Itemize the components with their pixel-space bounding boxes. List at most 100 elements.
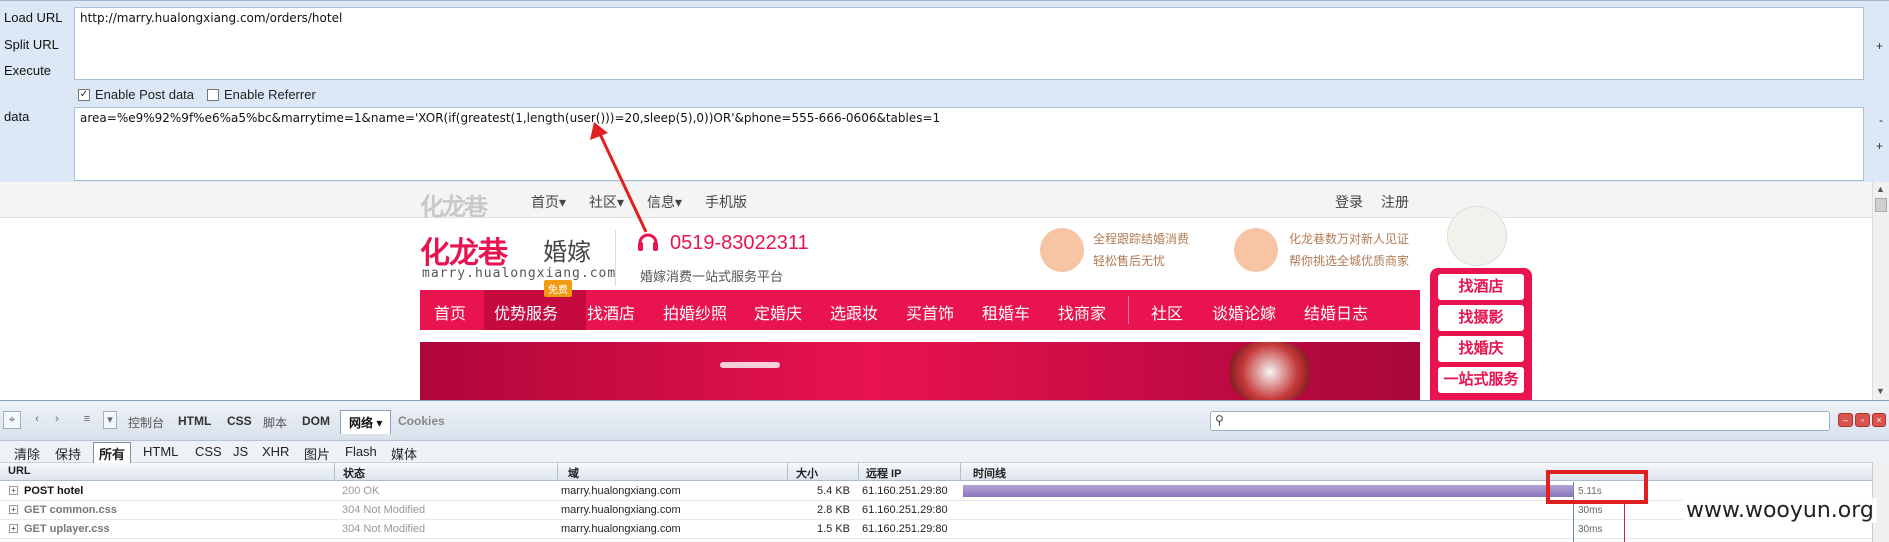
table-row[interactable]: + GET uplayer.css 304 Not Modified marry.hu… <box>0 520 1872 539</box>
col-status[interactable]: 状态 <box>343 465 365 481</box>
col-size[interactable]: 大小 <box>796 465 818 481</box>
detach-icon[interactable]: ▫ <box>1855 413 1870 427</box>
nav-wedding-ceremony[interactable]: 定婚庆 <box>754 300 802 324</box>
tab-cookies[interactable]: Cookies <box>398 414 445 428</box>
scroll-down-icon[interactable]: ▼ <box>1876 386 1885 396</box>
topbar-nav-mobile[interactable]: 手机版 <box>705 192 747 212</box>
timeline-load-marker <box>1624 501 1625 542</box>
filter-css[interactable]: CSS <box>195 444 222 459</box>
request-domain: marry.hualongxiang.com <box>561 523 681 535</box>
nav-wedding-photo[interactable]: 拍婚纱照 <box>663 300 727 324</box>
col-separator[interactable] <box>334 463 335 481</box>
col-timeline[interactable]: 时间线 <box>973 465 1006 481</box>
header-divider <box>615 230 616 286</box>
scroll-thumb[interactable] <box>1875 198 1887 212</box>
quick-one-stop[interactable]: 一站式服务 <box>1438 367 1524 393</box>
topbar-nav-info[interactable]: 信息▾ <box>647 192 682 212</box>
tab-console[interactable]: 控制台 <box>128 414 164 431</box>
filter-html[interactable]: HTML <box>143 444 178 459</box>
checkmark-icon: ✓ <box>78 88 90 101</box>
back-icon[interactable]: ‹ <box>28 411 46 429</box>
nav-separator <box>1128 296 1129 324</box>
nav-community[interactable]: 社区 <box>1151 300 1183 324</box>
col-separator[interactable] <box>960 463 961 481</box>
request-remote-ip: 61.160.251.29:80 <box>862 485 948 497</box>
enable-post-checkbox[interactable]: ✓ Enable Post data <box>78 87 194 102</box>
post-data-textarea[interactable]: area=%e9%92%9f%e6%a5%bc&marrytime=1&name… <box>74 107 1864 181</box>
tab-html[interactable]: HTML <box>178 414 211 428</box>
filter-media[interactable]: 媒体 <box>391 444 417 463</box>
nav-find-hotel[interactable]: 找酒店 <box>587 300 635 324</box>
nav-discussion[interactable]: 谈婚论嫁 <box>1212 300 1276 324</box>
close-icon[interactable]: × <box>1872 413 1886 427</box>
tab-script[interactable]: 脚本 <box>263 414 287 431</box>
data-collapse-button[interactable]: - <box>1879 113 1883 127</box>
col-domain[interactable]: 域 <box>568 465 579 481</box>
hero-banner[interactable] <box>420 342 1420 400</box>
data-expand-button[interactable]: + <box>1876 139 1883 153</box>
site-domain: marry.hualongxiang.com <box>422 266 617 281</box>
scroll-up-icon[interactable]: ▲ <box>1876 184 1885 194</box>
filter-all[interactable]: 所有 <box>93 442 132 465</box>
request-status: 304 Not Modified <box>342 523 426 535</box>
camera-icon <box>1040 228 1084 272</box>
topbar-nav-home[interactable]: 首页▾ <box>531 192 566 212</box>
filter-xhr[interactable]: XHR <box>262 444 289 459</box>
nav-advantage-services[interactable]: 优势服务 <box>494 300 558 324</box>
enable-referrer-checkbox[interactable]: Enable Referrer <box>207 87 316 102</box>
expand-row-icon[interactable]: + <box>9 505 18 514</box>
col-separator[interactable] <box>557 463 558 481</box>
login-link[interactable]: 登录 <box>1335 192 1363 212</box>
topbar-logo[interactable]: 化龙巷 <box>420 187 488 222</box>
free-badge: 免费 <box>544 280 572 297</box>
nav-home[interactable]: 首页 <box>434 300 466 324</box>
checkbox-empty-icon <box>207 88 219 101</box>
tab-network[interactable]: 网络 ▾ <box>340 410 392 434</box>
timeline-bar[interactable] <box>963 485 1573 497</box>
url-textarea[interactable]: http://marry.hualongxiang.com/orders/hot… <box>74 7 1864 80</box>
request-size: 1.5 KB <box>817 523 851 535</box>
quick-find-hotel[interactable]: 找酒店 <box>1438 274 1524 300</box>
nav-wedding-car[interactable]: 租婚车 <box>982 300 1030 324</box>
request-status: 200 OK <box>342 485 380 497</box>
url-expand-button[interactable]: + <box>1876 39 1883 53</box>
tab-dom[interactable]: DOM <box>302 414 330 428</box>
nav-find-merchant[interactable]: 找商家 <box>1058 300 1106 324</box>
menu-icon[interactable]: ≡ <box>78 411 96 429</box>
request-remote-ip: 61.160.251.29:80 <box>862 504 948 516</box>
request-url: GET uplayer.css <box>24 523 110 535</box>
col-url[interactable]: URL <box>8 465 31 477</box>
firebug-search-input[interactable]: ⚲ <box>1210 411 1830 431</box>
clear-button[interactable]: 清除 <box>14 444 40 463</box>
persist-button[interactable]: 保持 <box>55 444 81 463</box>
request-status: 304 Not Modified <box>342 504 426 516</box>
filter-flash[interactable]: Flash <box>345 444 377 459</box>
col-remote-ip[interactable]: 远程 IP <box>866 465 901 481</box>
register-link[interactable]: 注册 <box>1381 192 1409 212</box>
nav-makeup[interactable]: 选跟妆 <box>830 300 878 324</box>
split-url-button[interactable]: Split URL <box>4 37 59 52</box>
load-url-button[interactable]: Load URL <box>4 10 63 25</box>
col-separator[interactable] <box>858 463 859 481</box>
quick-find-ceremony[interactable]: 找婚庆 <box>1438 336 1524 362</box>
website-viewport: 化龙巷 首页▾ 社区▾ 信息▾ 手机版 登录 注册 化龙巷 婚嫁 marry.h… <box>0 182 1889 400</box>
execute-button[interactable]: Execute <box>4 63 51 78</box>
dropdown-icon[interactable]: ▾ <box>103 411 117 429</box>
expand-row-icon[interactable]: + <box>9 486 18 495</box>
nav-wedding-diary[interactable]: 结婚日志 <box>1304 300 1368 324</box>
expand-row-icon[interactable]: + <box>9 524 18 533</box>
nav-jewelry[interactable]: 买首饰 <box>906 300 954 324</box>
col-separator[interactable] <box>787 463 788 481</box>
site-slogan: 婚嫁消费一站式服务平台 <box>640 269 784 284</box>
filter-images[interactable]: 图片 <box>304 444 330 463</box>
filter-js[interactable]: JS <box>233 444 248 459</box>
headset-icon <box>638 233 658 251</box>
minimize-icon[interactable]: – <box>1838 413 1853 427</box>
quick-find-photography[interactable]: 找摄影 <box>1438 305 1524 331</box>
site-scrollbar[interactable]: ▲ ▼ <box>1872 182 1889 400</box>
tab-css[interactable]: CSS <box>227 414 252 428</box>
feature-merchants-line2: 帮你挑选全城优质商家 <box>1289 254 1410 268</box>
forward-icon[interactable]: › <box>48 411 66 429</box>
topbar-nav-community[interactable]: 社区▾ <box>589 192 624 212</box>
inspect-icon[interactable]: ⌖ <box>3 411 21 429</box>
